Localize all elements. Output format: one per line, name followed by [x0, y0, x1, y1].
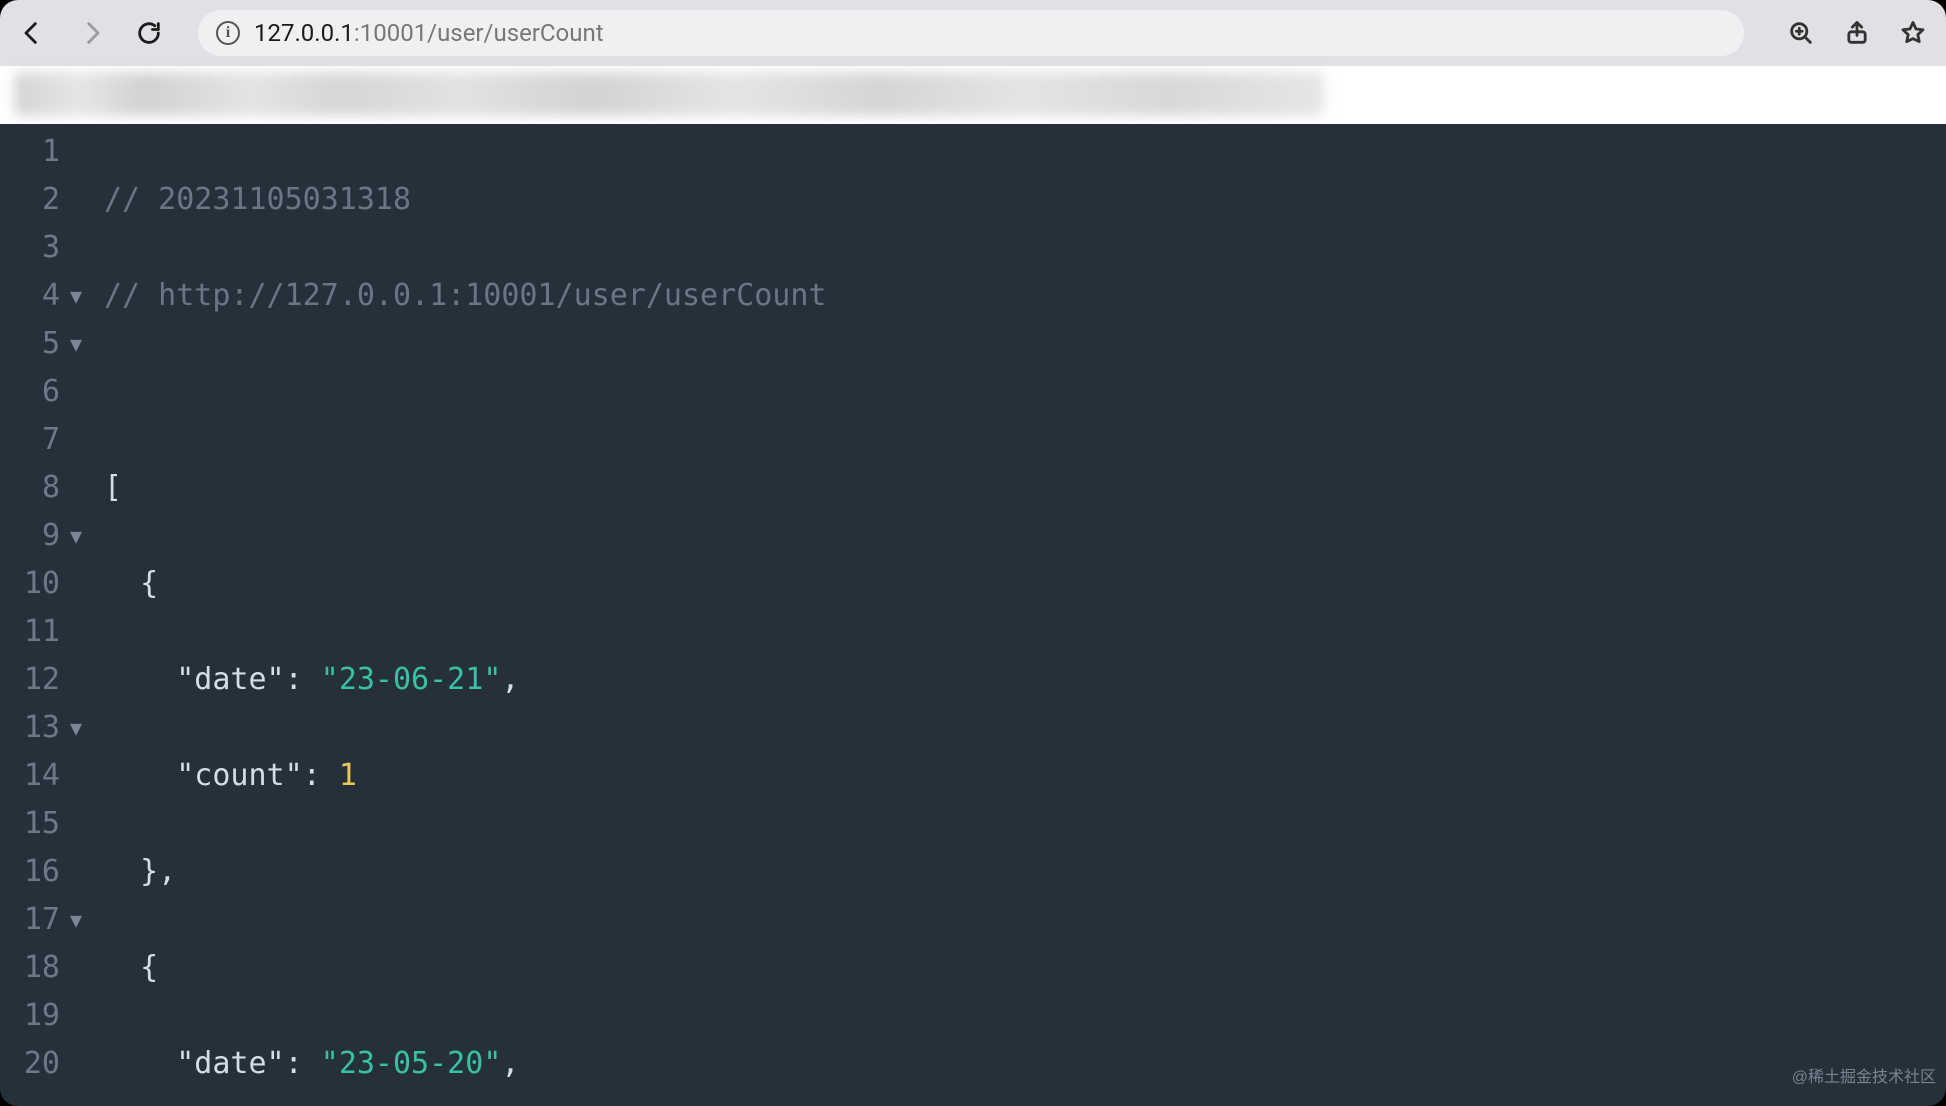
url-path: :10001/user/userCount	[354, 19, 604, 47]
browser-toolbar: i 127.0.0.1:10001/user/userCount	[0, 0, 1946, 66]
fold-toggle[interactable]: ▼	[70, 512, 82, 560]
line-number: 20	[0, 1040, 60, 1088]
line-number: 18	[0, 944, 60, 992]
share-icon[interactable]	[1842, 18, 1872, 48]
url-text: 127.0.0.1:10001/user/userCount	[254, 19, 604, 47]
back-button[interactable]	[18, 18, 48, 48]
line-number: 10	[0, 560, 60, 608]
line-number: 7	[0, 416, 60, 464]
fold-toggle[interactable]: ▼	[70, 704, 82, 752]
json-number-value: 1	[339, 758, 357, 793]
line-number: 5	[0, 320, 60, 368]
code-area[interactable]: // 20231105031318 // http://127.0.0.1:10…	[104, 124, 1946, 1106]
line-number: 1	[0, 128, 60, 176]
line-number: 3	[0, 224, 60, 272]
line-number: 15	[0, 800, 60, 848]
code-comment: // 20231105031318	[104, 182, 411, 217]
fold-toggle[interactable]: ▼	[70, 896, 82, 944]
line-number: 19	[0, 992, 60, 1040]
line-number: 4	[0, 272, 60, 320]
json-string-value: "23-06-21"	[321, 662, 502, 697]
line-number-gutter: 1 2 3 4 5 6 7 8 9 10 11 12 13 14 15 16 1…	[0, 124, 70, 1106]
fold-toggle[interactable]: ▼	[70, 272, 82, 320]
nav-button-group	[18, 18, 164, 48]
code-comment: // http://127.0.0.1:10001/user/userCount	[104, 278, 826, 313]
url-host: 127.0.0.1	[254, 19, 354, 47]
forward-button[interactable]	[76, 18, 106, 48]
fold-toggle[interactable]: ▼	[70, 320, 82, 368]
zoom-icon[interactable]	[1786, 18, 1816, 48]
line-number: 2	[0, 176, 60, 224]
line-number: 16	[0, 848, 60, 896]
fold-gutter: ▼ ▼ ▼ ▼ ▼	[70, 124, 104, 1106]
line-number: 9	[0, 512, 60, 560]
line-number: 11	[0, 608, 60, 656]
bookmarks-bar	[0, 66, 1946, 124]
watermark-text: @稀土掘金技术社区	[1792, 1054, 1936, 1102]
address-bar[interactable]: i 127.0.0.1:10001/user/userCount	[198, 10, 1744, 56]
json-viewer: 1 2 3 4 5 6 7 8 9 10 11 12 13 14 15 16 1…	[0, 124, 1946, 1106]
reload-button[interactable]	[134, 18, 164, 48]
line-number: 8	[0, 464, 60, 512]
line-number: 14	[0, 752, 60, 800]
json-string-value: "23-05-20"	[321, 1046, 502, 1081]
line-number: 6	[0, 368, 60, 416]
line-number: 17	[0, 896, 60, 944]
line-number: 13	[0, 704, 60, 752]
bookmark-star-icon[interactable]	[1898, 18, 1928, 48]
toolbar-right-group	[1786, 18, 1928, 48]
site-info-icon[interactable]: i	[216, 21, 240, 45]
line-number: 12	[0, 656, 60, 704]
